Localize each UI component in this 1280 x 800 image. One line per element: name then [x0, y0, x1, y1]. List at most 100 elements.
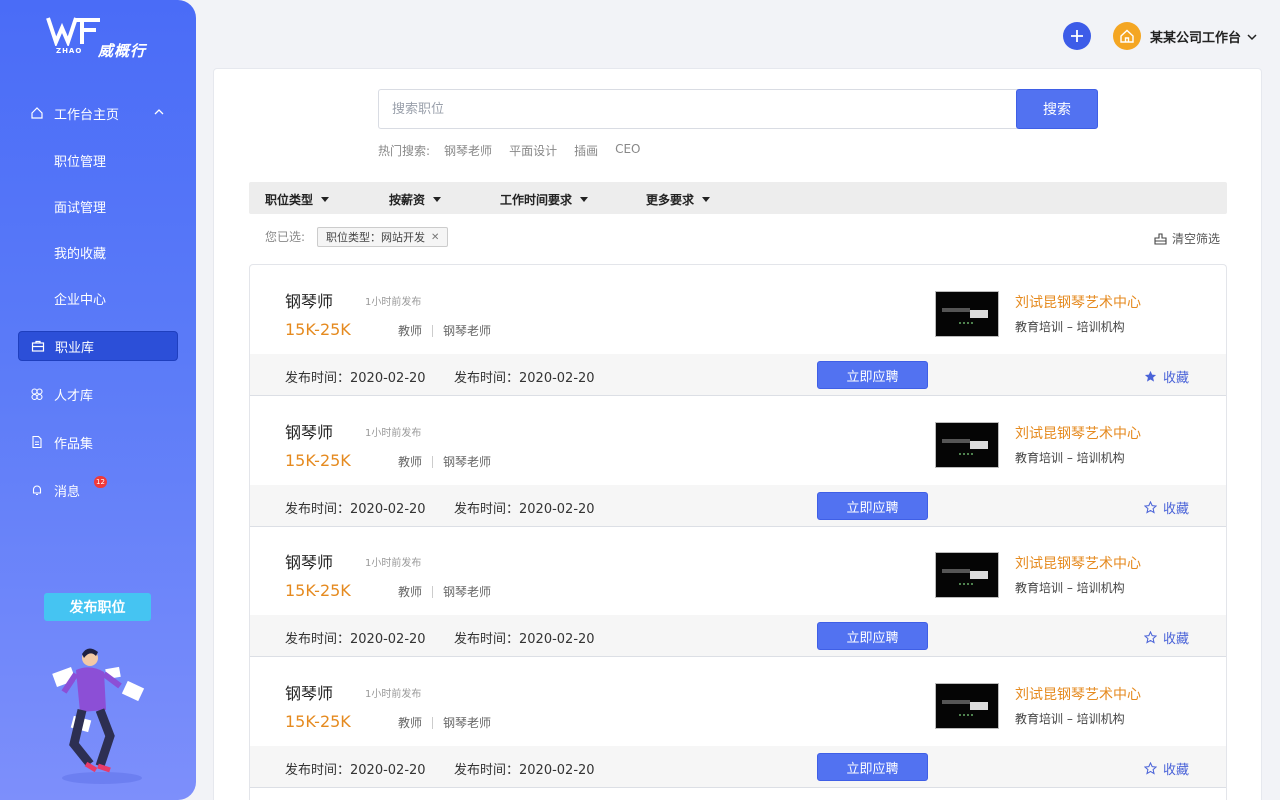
job-card[interactable]: 钢琴师 1小时前发布 15K-25K 教师 钢琴老师 刘试昆钢琴艺术中心 教育培训…: [250, 657, 1226, 788]
job-title[interactable]: 钢琴师: [285, 549, 333, 573]
company-name[interactable]: 刘试昆钢琴艺术中心: [1015, 553, 1141, 573]
close-icon[interactable]: ✕: [431, 232, 439, 243]
sidebar-item-my-favorites[interactable]: 我的收藏: [18, 237, 178, 267]
people-icon: [30, 387, 44, 401]
filter-work-time[interactable]: 工作时间要求: [500, 191, 589, 208]
favorite-button[interactable]: 收藏: [1144, 367, 1189, 386]
company-type: 教育培训 – 培训机构: [1015, 320, 1125, 334]
sidebar-item-company-center[interactable]: 企业中心: [18, 283, 178, 313]
company-logo[interactable]: [935, 552, 999, 598]
sidebar-item-interview-management[interactable]: 面试管理: [18, 191, 178, 221]
job-title[interactable]: 钢琴师: [285, 419, 333, 443]
filter-salary[interactable]: 按薪资: [389, 191, 442, 208]
job-role: 教师: [398, 455, 423, 469]
hot-keyword[interactable]: 钢琴老师: [444, 142, 492, 159]
caret-down-icon: [433, 197, 442, 202]
job-card[interactable]: 钢琴师 1小时前发布 15K-25K 教师 钢琴老师 刘试昆钢琴艺术中心 教育培训…: [250, 526, 1226, 657]
sidebar-item-job-management[interactable]: 职位管理: [18, 145, 178, 175]
job-role: 教师: [398, 716, 423, 730]
broom-icon: [1154, 232, 1167, 245]
star-outline-icon: [1144, 762, 1157, 775]
star-outline-icon: [1144, 631, 1157, 644]
salary: 15K-25K: [285, 451, 351, 470]
workspace-avatar[interactable]: [1113, 22, 1141, 50]
job-meta: 教师 钢琴老师: [398, 583, 491, 600]
company-name[interactable]: 刘试昆钢琴艺术中心: [1015, 684, 1141, 704]
publish-date: 发布时间：2020-02-20: [454, 371, 595, 386]
home-icon: [30, 106, 44, 120]
job-category: 钢琴老师: [443, 324, 492, 338]
caret-down-icon: [702, 197, 711, 202]
sidebar-item-career-library[interactable]: 职业库: [18, 331, 178, 361]
job-card[interactable]: 钢琴师 1小时前发布 15K-25K 教师 钢琴老师 刘试昆钢琴艺术中心 教育培训…: [250, 396, 1226, 527]
filter-bar: 职位类型 按薪资 工作时间要求 更多要求: [249, 182, 1227, 214]
hot-search-label: 热门搜索:: [378, 144, 431, 158]
filter-label: 更多要求: [646, 193, 695, 207]
filter-job-type[interactable]: 职位类型: [265, 191, 330, 208]
job-card-footer: 发布时间：2020-02-20 发布时间：2020-02-20 立即应聘 收藏: [250, 746, 1226, 787]
filter-label: 工作时间要求: [500, 193, 573, 207]
publish-job-button[interactable]: 发布职位: [44, 593, 151, 621]
salary: 15K-25K: [285, 712, 351, 731]
apply-button[interactable]: 立即应聘: [817, 753, 928, 781]
sidebar-item-home[interactable]: 工作台主页: [18, 98, 178, 128]
sidebar-item-messages[interactable]: 消息 12: [18, 475, 178, 505]
clear-filters-button[interactable]: 清空筛选: [1154, 230, 1220, 247]
chevron-up-icon[interactable]: [154, 107, 164, 117]
sidebar-item-label: 企业中心: [54, 292, 107, 308]
hot-searches: 热门搜索: 钢琴老师 平面设计 插画 CEO: [378, 142, 658, 159]
divider: [432, 455, 434, 468]
tag-label: 职位类型：网站开发: [326, 231, 425, 244]
workspace-switcher[interactable]: 某某公司工作台: [1150, 27, 1257, 46]
job-card-footer: 发布时间：2020-02-20 发布时间：2020-02-20 立即应聘 收藏: [250, 354, 1226, 395]
selected-filter-tag[interactable]: 职位类型：网站开发 ✕: [317, 227, 449, 247]
divider: [432, 585, 434, 598]
salary: 15K-25K: [285, 581, 351, 600]
sidebar-item-portfolio[interactable]: 作品集: [18, 427, 178, 457]
brand-name: 威概行: [98, 42, 147, 60]
salary: 15K-25K: [285, 320, 351, 339]
publish-date: 发布时间：2020-02-20: [285, 763, 426, 778]
hot-keyword[interactable]: CEO: [615, 142, 640, 159]
caret-down-icon: [580, 197, 589, 202]
chevron-down-icon: [1247, 33, 1257, 40]
hot-keyword[interactable]: 平面设计: [509, 142, 557, 159]
brand-logo[interactable]: ZHAO 威概行: [46, 16, 156, 60]
company-logo[interactable]: [935, 683, 999, 729]
sidebar-item-label: 职位管理: [54, 154, 107, 170]
star-filled-icon: [1144, 370, 1157, 382]
company-logo[interactable]: [935, 291, 999, 337]
apply-button[interactable]: 立即应聘: [817, 622, 928, 650]
favorite-button[interactable]: 收藏: [1144, 759, 1189, 778]
publish-date: 发布时间：2020-02-20: [454, 763, 595, 778]
job-role: 教师: [398, 585, 423, 599]
hot-keyword[interactable]: 插画: [574, 142, 598, 159]
search-input[interactable]: [378, 89, 1018, 129]
workspace-name: 某某公司工作台: [1150, 31, 1242, 46]
search-button[interactable]: 搜索: [1016, 89, 1098, 129]
add-button[interactable]: [1063, 22, 1091, 50]
filter-label: 职位类型: [265, 193, 314, 207]
selected-filters-label: 您已选:: [265, 230, 306, 244]
filter-more[interactable]: 更多要求: [646, 191, 711, 208]
company-name[interactable]: 刘试昆钢琴艺术中心: [1015, 292, 1141, 312]
briefcase-icon: [31, 339, 45, 353]
job-card[interactable]: 钢琴师 1小时前发布 15K-25K 教师 钢琴老师 刘试昆钢琴艺术中心 教育培训…: [250, 265, 1226, 396]
sidebar-item-talent-pool[interactable]: 人才库: [18, 379, 178, 409]
apply-button[interactable]: 立即应聘: [817, 361, 928, 389]
job-title[interactable]: 钢琴师: [285, 288, 333, 312]
company-name[interactable]: 刘试昆钢琴艺术中心: [1015, 423, 1141, 443]
favorite-label: 收藏: [1163, 763, 1190, 778]
company-type: 教育培训 – 培训机构: [1015, 712, 1125, 726]
document-icon: [30, 435, 44, 449]
apply-button[interactable]: 立即应聘: [817, 492, 928, 520]
favorite-button[interactable]: 收藏: [1144, 628, 1189, 647]
job-title[interactable]: 钢琴师: [285, 680, 333, 704]
job-card-footer: 发布时间：2020-02-20 发布时间：2020-02-20 立即应聘 收藏: [250, 485, 1226, 526]
publish-date: 发布时间：2020-02-20: [285, 502, 426, 517]
publish-date: 发布时间：2020-02-20: [454, 632, 595, 647]
publish-date: 发布时间：2020-02-20: [285, 371, 426, 386]
brand-sub: ZHAO: [56, 47, 83, 55]
company-logo[interactable]: [935, 422, 999, 468]
favorite-button[interactable]: 收藏: [1144, 498, 1189, 517]
